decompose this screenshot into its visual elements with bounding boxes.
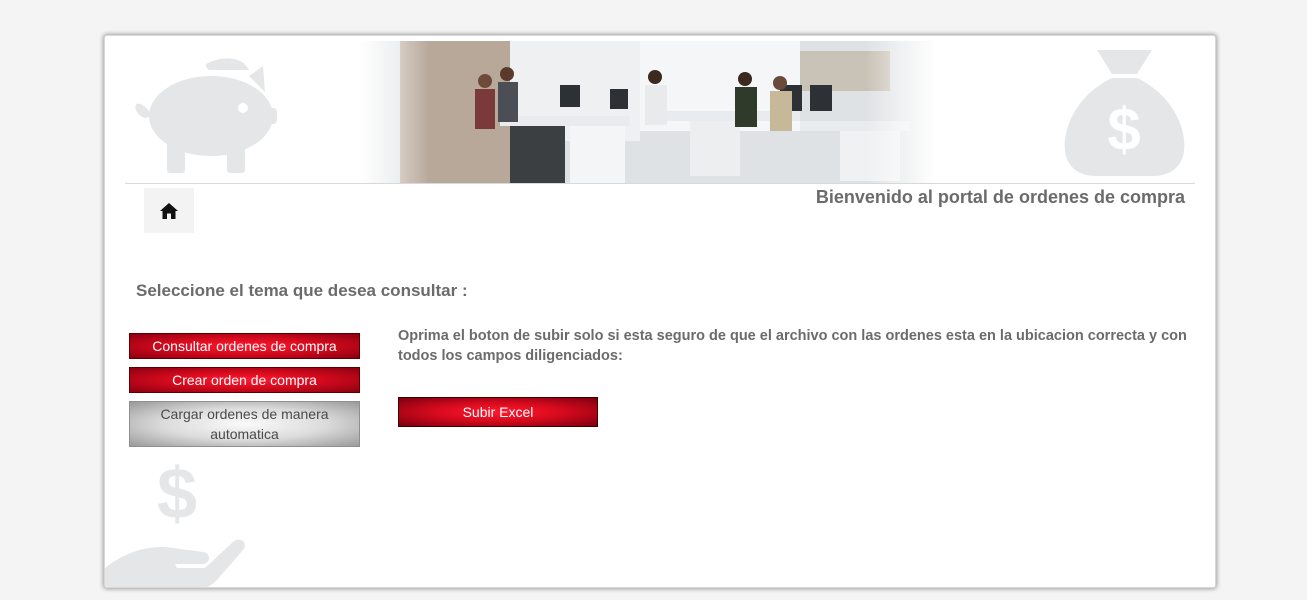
subir-excel-button[interactable]: Subir Excel	[398, 397, 598, 427]
header-divider	[125, 183, 1195, 184]
svg-text:$: $	[1107, 96, 1140, 163]
piggy-bank-icon	[135, 58, 277, 173]
cargar-ordenes-button[interactable]: Cargar ordenes de manera automatica	[129, 401, 360, 447]
hand-money-icon: $	[105, 456, 245, 587]
section-title: Seleccione el tema que desea consultar :	[136, 281, 468, 300]
header-banner: $	[105, 36, 1215, 185]
welcome-title: Bienvenido al portal de ordenes de compr…	[815, 187, 1185, 207]
office-photo	[360, 41, 935, 183]
money-bag-icon: $	[1064, 50, 1185, 176]
main-card: $ Bienvenido al portal de ordenes de com…	[104, 35, 1216, 588]
upload-instructions: Oprima el boton de subir solo si esta se…	[398, 328, 1187, 364]
consultar-ordenes-button[interactable]: Consultar ordenes de compra	[129, 333, 360, 359]
home-button[interactable]	[144, 188, 194, 233]
svg-text:$: $	[157, 456, 197, 534]
crear-orden-button[interactable]: Crear orden de compra	[129, 367, 360, 393]
home-icon	[160, 202, 178, 219]
